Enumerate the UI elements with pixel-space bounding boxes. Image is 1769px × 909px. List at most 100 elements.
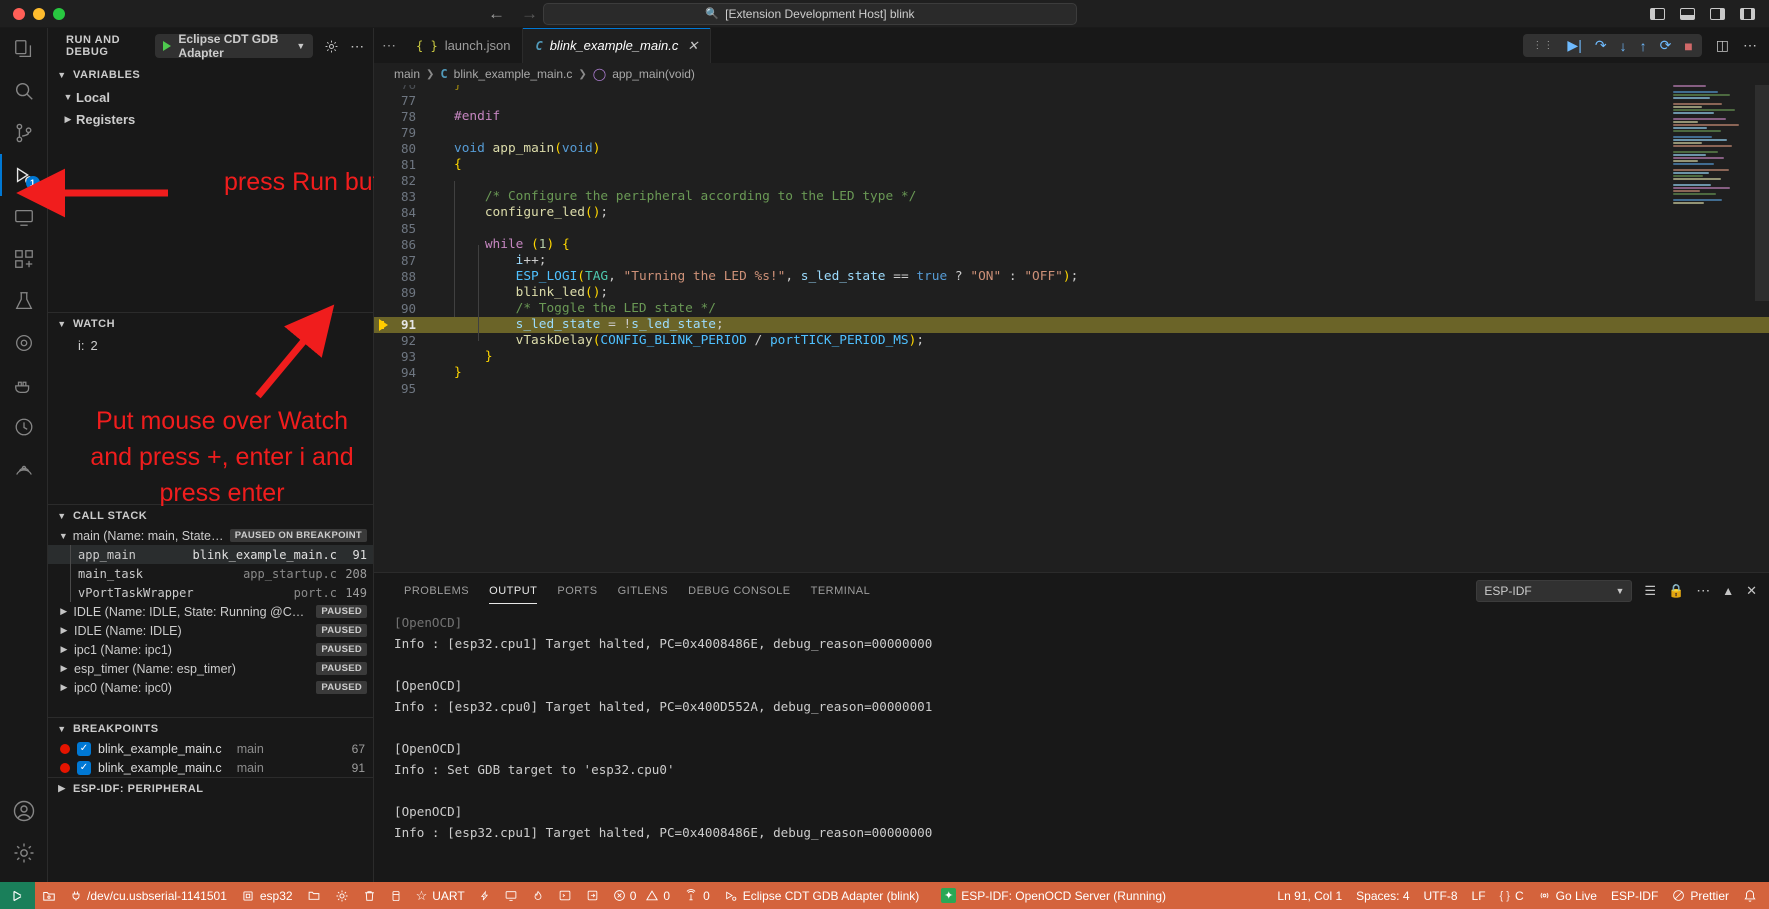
toggle-primary-sidebar-icon[interactable] — [1650, 8, 1665, 20]
status-prettier[interactable]: Prettier — [1665, 882, 1736, 909]
status-radio-tower[interactable]: 0 — [677, 882, 717, 909]
breadcrumb[interactable]: main ❯ C blink_example_main.c ❯ ◯ app_ma… — [374, 63, 1769, 85]
navigation-arrows[interactable]: ← → — [488, 4, 538, 24]
step-out-icon[interactable]: ↑ — [1640, 38, 1647, 54]
status-problems[interactable]: 0 0 — [606, 882, 677, 909]
status-esp-idf-monitor[interactable]: ☆ UART — [409, 882, 472, 909]
call-stack-thread[interactable]: ▶ IDLE (Name: IDLE, State: Running @CPU1… — [48, 602, 373, 621]
status-go-live[interactable]: Go Live — [1531, 882, 1604, 909]
section-header-variables[interactable]: ▼ VARIABLES — [48, 64, 373, 86]
status-esp-idf-debug[interactable] — [472, 882, 497, 909]
section-header-call-stack[interactable]: ▼ CALL STACK — [48, 504, 373, 526]
call-stack-thread-main[interactable]: ▼ main (Name: main, State: Ru... PAUSED … — [48, 526, 373, 545]
close-icon[interactable]: ✕ — [1746, 583, 1757, 599]
close-icon[interactable]: ✕ — [687, 38, 698, 54]
activity-item-live-share[interactable] — [0, 448, 48, 490]
status-esp-idf-flame[interactable] — [525, 882, 551, 909]
open-launch-settings-button[interactable] — [323, 39, 339, 54]
breakpoint-checkbox[interactable]: ✓ — [77, 742, 91, 756]
call-stack-frame[interactable]: vPortTaskWrapper port.c 149 — [48, 583, 373, 602]
customize-layout-icon[interactable] — [1740, 8, 1755, 20]
step-into-icon[interactable]: ↓ — [1620, 38, 1627, 54]
activity-item-manage[interactable] — [0, 832, 48, 874]
status-esp-idf-target[interactable]: esp32 — [234, 882, 300, 909]
status-esp-idf-port[interactable]: /dev/cu.usbserial-1141501 — [63, 882, 234, 909]
activity-item-accounts[interactable] — [0, 790, 48, 832]
variables-scope-registers[interactable]: ▶ Registers — [48, 108, 373, 130]
minimap[interactable] — [1673, 85, 1755, 267]
status-esp-idf-clean[interactable] — [356, 882, 383, 909]
minimize-window-button[interactable] — [33, 8, 45, 20]
breadcrumb-item-symbol[interactable]: app_main(void) — [612, 67, 695, 81]
breakpoint-checkbox[interactable]: ✓ — [77, 761, 91, 775]
tab-problems[interactable]: PROBLEMS — [394, 573, 479, 608]
tab-debug-console[interactable]: DEBUG CONSOLE — [678, 573, 800, 608]
drag-handle-icon[interactable]: ⋮⋮ — [1532, 42, 1554, 49]
call-stack-thread[interactable]: ▶ esp_timer (Name: esp_timer) PAUSED — [48, 659, 373, 678]
section-header-breakpoints[interactable]: ▼ BREAKPOINTS — [48, 717, 373, 739]
launch-configuration-dropdown[interactable]: Eclipse CDT GDB Adapter ▼ — [155, 34, 313, 58]
breakpoint-item[interactable]: ✓ blink_example_main.c main 67 — [48, 739, 373, 758]
status-esp-idf-console[interactable] — [551, 882, 579, 909]
breakpoint-item[interactable]: ✓ blink_example_main.c main 91 — [48, 758, 373, 777]
activity-item-search[interactable] — [0, 70, 48, 112]
restart-icon[interactable]: ⟳ — [1660, 37, 1672, 54]
step-over-icon[interactable]: ↷ — [1595, 37, 1607, 54]
status-editor-position[interactable]: Ln 91, Col 1 — [1270, 882, 1349, 909]
activity-item-explorer[interactable] — [0, 28, 48, 70]
status-language-mode[interactable]: { } C — [1493, 882, 1531, 909]
tab-gitlens[interactable]: GITLENS — [608, 573, 679, 608]
toggle-secondary-sidebar-icon[interactable] — [1710, 8, 1725, 20]
activity-item-extensions[interactable] — [0, 238, 48, 280]
layout-controls[interactable] — [1650, 8, 1755, 20]
more-actions-icon[interactable]: ⋯ — [1696, 582, 1710, 599]
status-indentation[interactable]: Spaces: 4 — [1349, 882, 1416, 909]
chevron-up-icon[interactable]: ▲ — [1722, 584, 1734, 598]
status-encoding[interactable]: UTF-8 — [1417, 882, 1465, 909]
call-stack-thread[interactable]: ▶ ipc1 (Name: ipc1) PAUSED — [48, 640, 373, 659]
status-esp-idf-folder[interactable] — [35, 882, 63, 909]
call-stack-thread[interactable]: ▶ IDLE (Name: IDLE) PAUSED — [48, 621, 373, 640]
call-stack-frame[interactable]: app_main blink_example_main.c 91 — [48, 545, 373, 564]
lock-icon[interactable]: 🔒 — [1668, 583, 1684, 599]
breadcrumb-item-file[interactable]: blink_example_main.c — [454, 67, 573, 81]
tab-overflow-button[interactable]: ⋯ — [374, 28, 404, 63]
stop-icon[interactable]: ■ — [1684, 38, 1692, 54]
activity-item-remote-explorer[interactable] — [0, 196, 48, 238]
split-editor-icon[interactable]: ◫ — [1716, 37, 1729, 54]
remote-indicator[interactable] — [0, 882, 35, 909]
editor-scrollbar[interactable] — [1755, 85, 1769, 301]
go-forward-icon[interactable]: → — [521, 4, 538, 24]
output-content[interactable]: [OpenOCD] Info : [esp32.cpu1] Target hal… — [374, 608, 1769, 882]
activity-item-run-and-debug[interactable]: 1 — [0, 154, 48, 196]
activity-item-testing[interactable] — [0, 280, 48, 322]
activity-item-esp-idf-explorer[interactable] — [0, 322, 48, 364]
tab-ports[interactable]: PORTS — [547, 573, 607, 608]
call-stack-thread[interactable]: ▶ ipc0 (Name: ipc0) PAUSED — [48, 678, 373, 697]
breadcrumb-item-folder[interactable]: main — [394, 67, 420, 81]
clear-output-icon[interactable]: ☰ — [1644, 583, 1656, 599]
status-esp-idf-menuconfig[interactable] — [300, 882, 328, 909]
quick-input-bar[interactable]: 🔍 [Extension Development Host] blink — [543, 3, 1077, 25]
maximize-window-button[interactable] — [53, 8, 65, 20]
section-header-esp-idf-peripheral[interactable]: ▶ ESP-IDF: PERIPHERAL — [48, 777, 373, 799]
status-esp-idf-build[interactable] — [328, 882, 356, 909]
status-notifications[interactable] — [1736, 882, 1769, 909]
tab-output[interactable]: OUTPUT — [479, 573, 547, 608]
debug-toolbar[interactable]: ⋮⋮ ▶| ↷ ↓ ↑ ⟳ ■ — [1523, 34, 1701, 57]
sidebar-more-actions-button[interactable]: ⋯ — [349, 38, 365, 55]
status-esp-idf-terminal[interactable] — [497, 882, 525, 909]
window-controls[interactable] — [0, 8, 65, 20]
variables-scope-local[interactable]: ▼ Local — [48, 86, 373, 108]
status-openocd-server[interactable]: ✦ ESP-IDF: OpenOCD Server (Running) — [934, 882, 1173, 909]
activity-item-timeline[interactable] — [0, 406, 48, 448]
status-esp-idf-flash[interactable] — [383, 882, 409, 909]
status-eol[interactable]: LF — [1465, 882, 1493, 909]
tab-terminal[interactable]: TERMINAL — [801, 573, 881, 608]
watch-item[interactable]: i: 2 — [48, 334, 373, 356]
activity-item-docker[interactable] — [0, 364, 48, 406]
tab-launch-json[interactable]: { } launch.json — [404, 28, 523, 63]
more-actions-icon[interactable]: ⋯ — [1743, 37, 1757, 54]
status-debug-session[interactable]: Eclipse CDT GDB Adapter (blink) — [717, 882, 927, 909]
go-back-icon[interactable]: ← — [488, 4, 505, 24]
